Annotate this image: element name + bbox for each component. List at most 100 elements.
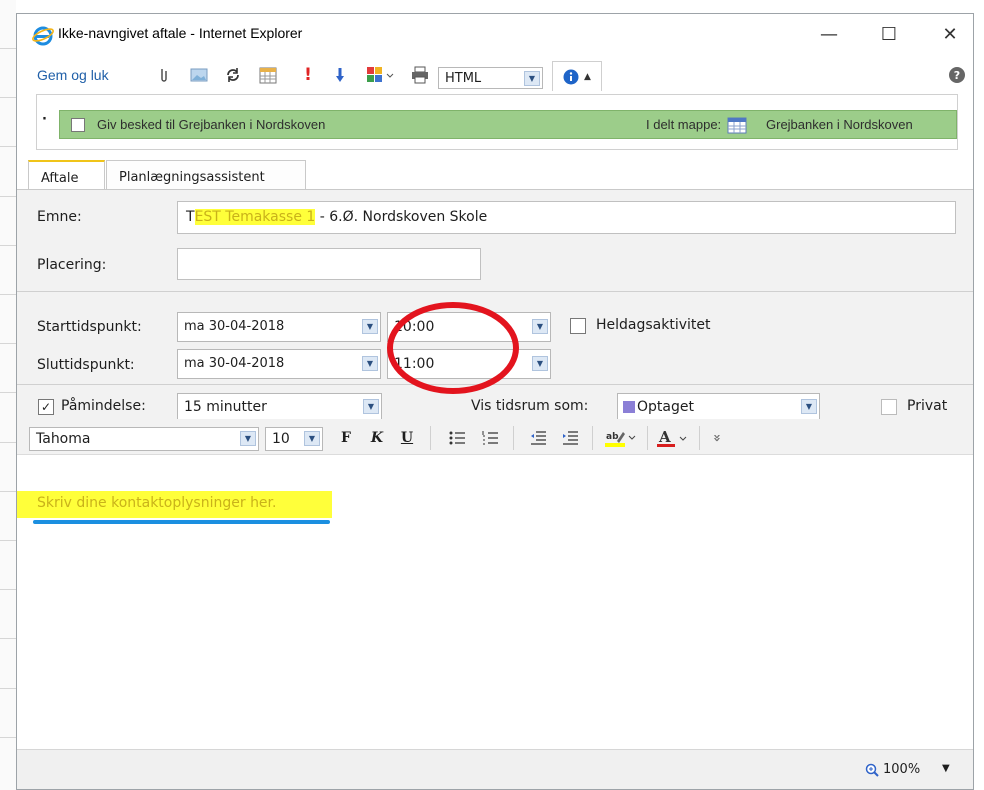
annotation-circle <box>387 302 519 394</box>
font-color-icon: A <box>657 428 687 447</box>
annotation-underline <box>33 520 330 524</box>
shared-folder-prefix: I delt mappe: <box>646 117 722 132</box>
decrease-indent-icon[interactable] <box>528 427 548 449</box>
reminder-value: 15 minutter <box>184 399 267 415</box>
chevron-down-icon[interactable]: ▼ <box>363 399 379 414</box>
subject-input[interactable]: TEST Temakasse 1 - 6.Ø. Nordskoven Skole <box>177 201 956 234</box>
appointment-window: Ikke-navngivet aftale - Internet Explore… <box>16 13 974 790</box>
location-label: Placering: <box>37 257 107 273</box>
info-menu-button[interactable]: ▲ <box>552 61 602 91</box>
start-date-value: ma 30-04-2018 <box>184 319 285 334</box>
font-select[interactable]: Tahoma ▼ <box>29 427 259 451</box>
show-as-label: Vis tidsrum som: <box>471 398 589 414</box>
message-format-select[interactable]: HTML ▼ <box>438 67 543 89</box>
internet-explorer-icon <box>32 26 54 46</box>
categorize-icon[interactable] <box>365 64 397 86</box>
highlighter-icon: ab <box>605 432 636 447</box>
chevron-down-icon[interactable]: ▼ <box>801 399 817 414</box>
subject-text: TEST Temakasse 1 - 6.Ø. Nordskoven Skole <box>186 209 487 225</box>
svg-text:A: A <box>658 428 671 446</box>
reminder-checkbox[interactable]: ✓ <box>38 399 54 415</box>
editor-placeholder-text: Skriv dine kontaktoplysninger her. <box>37 495 277 511</box>
notify-bar: Giv besked til Grejbanken i Nordskoven I… <box>59 110 957 139</box>
shared-calendar-icon <box>727 117 747 134</box>
show-as-value: Optaget <box>637 399 694 415</box>
start-date-select[interactable]: ma 30-04-2018 ▼ <box>177 312 381 342</box>
format-toolbar: Tahoma ▼ 10 ▼ F K U ab A » <box>17 419 973 455</box>
font-color-button[interactable]: A <box>654 427 690 449</box>
bold-button[interactable]: F <box>337 427 355 449</box>
help-icon: ? <box>949 67 965 83</box>
ribbon-toolbar: Gem og luk ! HTML ▼ ▲ ? <box>17 61 973 91</box>
close-button[interactable]: ✕ <box>927 14 973 54</box>
end-time-label: Sluttidspunkt: <box>37 357 135 373</box>
zoom-level[interactable]: 100% <box>883 762 920 777</box>
low-importance-icon[interactable] <box>332 64 348 86</box>
info-bar-bullet: · <box>42 112 47 127</box>
increase-indent-icon[interactable] <box>560 427 580 449</box>
minimize-button[interactable]: — <box>806 14 852 54</box>
calendar-grid-icon[interactable] <box>257 64 279 86</box>
start-time-label: Starttidspunkt: <box>37 319 142 335</box>
message-format-value: HTML <box>445 71 482 86</box>
end-date-value: ma 30-04-2018 <box>184 356 285 371</box>
private-label: Privat <box>907 398 948 414</box>
reminder-select[interactable]: 15 minutter ▼ <box>177 393 382 421</box>
underline-button[interactable]: U <box>398 427 416 449</box>
zoom-icon <box>865 763 879 777</box>
high-importance-icon[interactable]: ! <box>300 64 316 86</box>
subject-highlighted-text: EST Temakasse 1 <box>194 209 316 225</box>
chevron-down-icon[interactable]: ▼ <box>532 356 548 371</box>
all-day-label: Heldagsaktivitet <box>596 317 711 333</box>
subject-label: Emne: <box>37 209 82 225</box>
private-checkbox[interactable] <box>881 399 897 415</box>
svg-text:ab: ab <box>606 432 619 442</box>
title-bar: Ikke-navngivet aftale - Internet Explore… <box>17 14 973 54</box>
divider <box>513 426 517 450</box>
font-value: Tahoma <box>36 431 91 447</box>
subject-first-letter: T <box>186 209 195 225</box>
divider <box>699 426 703 450</box>
numbered-list-icon[interactable] <box>480 427 500 449</box>
highlight-color-button[interactable]: ab <box>603 427 639 449</box>
divider <box>430 426 434 450</box>
more-options-button[interactable]: » <box>706 428 728 448</box>
chevron-down-icon[interactable]: ▼ <box>362 356 378 371</box>
chevron-down-icon[interactable]: ▼ <box>524 71 540 86</box>
insert-image-icon[interactable] <box>188 64 210 86</box>
chevron-down-icon[interactable]: ▼ <box>532 319 548 334</box>
font-size-select[interactable]: 10 ▼ <box>265 427 323 451</box>
busy-color-swatch <box>623 401 635 413</box>
maximize-button[interactable]: ☐ <box>866 14 912 54</box>
attach-icon[interactable] <box>155 64 173 86</box>
chevron-down-icon[interactable]: ▼ <box>362 319 378 334</box>
subject-rest-text: - 6.Ø. Nordskoven Skole <box>315 209 488 225</box>
save-close-button[interactable]: Gem og luk <box>37 64 109 86</box>
tab-appointment[interactable]: Aftale <box>28 160 105 190</box>
help-button[interactable]: ? <box>948 64 966 86</box>
notify-checkbox[interactable] <box>71 118 85 132</box>
info-bar: · Giv besked til Grejbanken i Nordskoven… <box>36 94 958 150</box>
location-input[interactable] <box>177 248 481 280</box>
info-icon <box>563 69 579 84</box>
reminder-label: Påmindelse: <box>61 398 146 414</box>
background-page-edge <box>0 0 16 790</box>
show-as-select[interactable]: Optaget ▼ <box>617 393 820 421</box>
tab-scheduling-assistant[interactable]: Planlægningsassistent <box>106 160 306 190</box>
divider <box>592 426 596 450</box>
print-icon[interactable] <box>409 64 431 86</box>
zoom-dropdown-icon[interactable]: ▼ <box>942 763 950 774</box>
font-size-value: 10 <box>272 431 290 447</box>
end-date-select[interactable]: ma 30-04-2018 ▼ <box>177 349 381 379</box>
divider <box>647 426 651 450</box>
message-body-editor[interactable]: Skriv dine kontaktoplysninger her. <box>17 456 973 748</box>
notify-label: Giv besked til Grejbanken i Nordskoven <box>97 117 326 132</box>
chevron-down-icon[interactable]: ▼ <box>240 431 256 446</box>
chevron-down-icon[interactable]: ▼ <box>304 431 320 446</box>
recurrence-icon[interactable] <box>222 64 244 86</box>
status-bar: 100% ▼ <box>17 749 973 789</box>
divider <box>17 291 973 292</box>
italic-button[interactable]: K <box>368 427 386 449</box>
all-day-checkbox[interactable] <box>570 318 586 334</box>
bullet-list-icon[interactable] <box>447 427 467 449</box>
